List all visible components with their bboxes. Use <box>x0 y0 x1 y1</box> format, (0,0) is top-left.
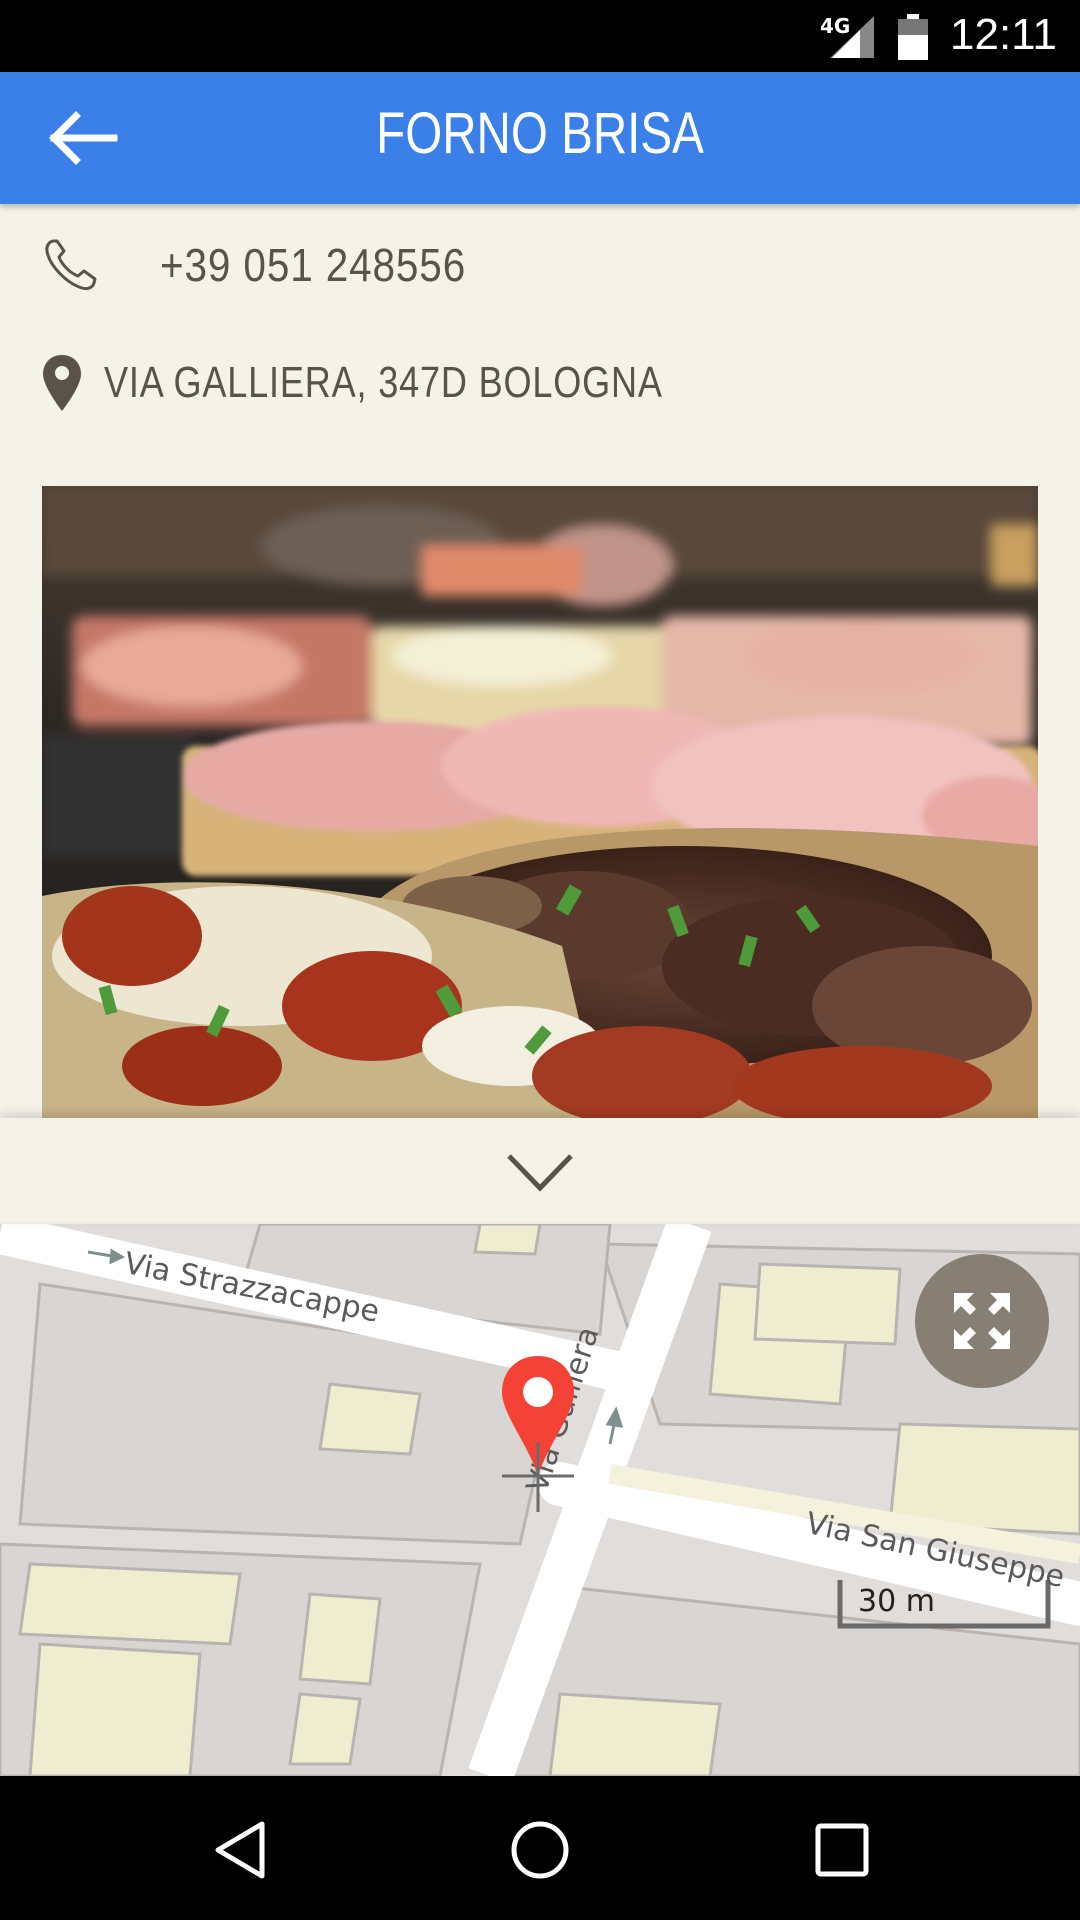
map-scale: 30 m <box>838 1578 1050 1630</box>
map-scale-label: 30 m <box>858 1584 935 1619</box>
signal-icon <box>830 16 874 58</box>
place-detail: +39 051 248556 VIA GALLIERA, 347D BOLOGN… <box>0 204 1080 1776</box>
chevron-down-icon[interactable] <box>505 1148 575 1196</box>
food-photo <box>42 486 1038 1118</box>
expand-bar[interactable] <box>0 1118 1080 1222</box>
status-bar: 4G 12:11 <box>0 0 1080 72</box>
system-nav-bar <box>0 1776 1080 1920</box>
nav-back-icon[interactable] <box>210 1818 274 1882</box>
status-time: 12:11 <box>950 10 1057 59</box>
nav-home-icon[interactable] <box>508 1818 572 1882</box>
fullscreen-icon <box>954 1293 1010 1349</box>
phone-icon <box>45 239 97 291</box>
fullscreen-button[interactable] <box>915 1254 1049 1388</box>
address-text[interactable]: VIA GALLIERA, 347D BOLOGNA <box>104 358 663 408</box>
map-marker-icon[interactable] <box>498 1354 578 1514</box>
page-title: FORNO BRISA <box>376 101 704 166</box>
battery-icon <box>898 14 928 60</box>
location-pin-icon <box>43 355 81 411</box>
phone-row[interactable]: +39 051 248556 <box>40 232 508 298</box>
phone-number[interactable]: +39 051 248556 <box>160 238 466 292</box>
nav-recents-icon[interactable] <box>810 1818 874 1882</box>
address-row[interactable]: VIA GALLIERA, 347D BOLOGNA <box>40 350 785 416</box>
app-bar: FORNO BRISA <box>0 72 1080 204</box>
map[interactable]: Via Strazzacappe Via Galliera Via San Gi… <box>0 1224 1080 1776</box>
